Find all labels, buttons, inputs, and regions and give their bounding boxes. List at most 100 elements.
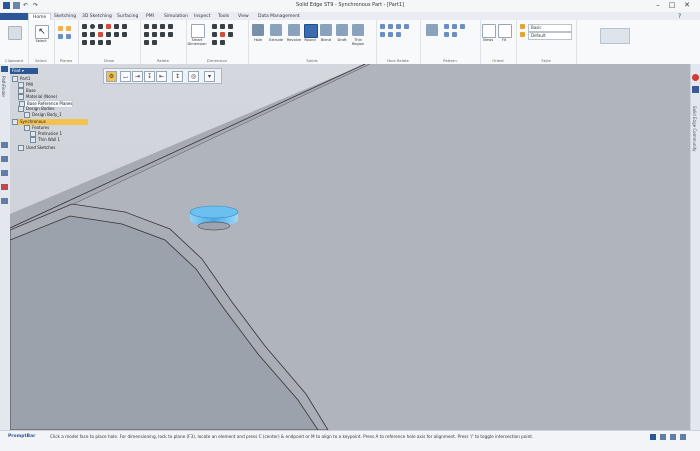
extent-finite-icon[interactable]: ↧ — [144, 71, 155, 82]
rotate-icon[interactable] — [98, 40, 103, 45]
minimize-icon[interactable]: – — [651, 1, 665, 10]
file-tab[interactable] — [0, 13, 28, 20]
parallel-icon[interactable] — [160, 24, 165, 29]
thin-region-icon[interactable] — [352, 24, 364, 36]
keypoint-icon[interactable]: ◎ — [188, 71, 199, 82]
axis-icon[interactable] — [58, 34, 63, 39]
tab-pmi[interactable]: PMI — [142, 13, 158, 20]
coplanar-icon[interactable] — [380, 24, 385, 29]
connect-icon[interactable] — [144, 24, 149, 29]
hole-type-icon[interactable]: ⌴ — [120, 71, 131, 82]
lock-icon[interactable] — [168, 32, 173, 37]
tab-3d-sketching[interactable]: 3D Sketching — [78, 13, 116, 20]
extrude-icon[interactable] — [270, 24, 282, 36]
zoom-icon[interactable] — [660, 434, 666, 440]
accept-icon[interactable]: ▾ — [204, 71, 215, 82]
tangent-icon[interactable] — [144, 32, 149, 37]
plane-icon[interactable] — [66, 26, 71, 31]
mirror-feature-icon[interactable] — [452, 24, 457, 29]
tab-tools[interactable]: Tools — [214, 13, 233, 20]
arc-icon[interactable] — [98, 24, 103, 29]
tree-item-used-sketches[interactable]: Used Sketches — [18, 145, 55, 151]
symmetric-diameter-icon[interactable] — [212, 32, 217, 37]
help-icon[interactable]: ? — [678, 13, 681, 20]
rectangle-icon[interactable] — [114, 24, 119, 29]
chain-icon[interactable] — [212, 40, 217, 45]
equal-radius-icon[interactable] — [396, 32, 401, 37]
layers-icon[interactable] — [1, 156, 8, 162]
direction-icon[interactable]: ↕ — [172, 71, 183, 82]
pathfinder-header[interactable]: Feat ▾ — [10, 68, 38, 74]
horizontal-vertical-icon[interactable] — [152, 24, 157, 29]
close-icon[interactable]: ✕ — [680, 1, 694, 10]
rectangular-pattern-icon[interactable] — [426, 24, 438, 36]
save-icon[interactable] — [13, 2, 20, 9]
equal-icon[interactable] — [152, 32, 157, 37]
fit-icon[interactable] — [498, 24, 512, 38]
alerts-icon[interactable] — [1, 184, 8, 190]
move-icon[interactable] — [90, 40, 95, 45]
tab-surfacing[interactable]: Surfacing — [113, 13, 142, 20]
coincident-plane-icon[interactable] — [58, 26, 63, 31]
expand-ribbon-icon[interactable] — [600, 28, 630, 44]
smart-dimension-icon[interactable] — [191, 24, 205, 38]
fill-pattern-icon[interactable] — [460, 24, 465, 29]
library-icon[interactable] — [1, 142, 8, 148]
draft-icon[interactable] — [336, 24, 348, 36]
revolve-icon[interactable] — [288, 24, 300, 36]
distance-icon[interactable] — [212, 24, 217, 29]
community-icon[interactable] — [692, 74, 699, 81]
tab-data-management[interactable]: Data Management — [254, 13, 304, 20]
scale-icon[interactable] — [106, 40, 111, 45]
circular-pattern-icon[interactable] — [444, 24, 449, 29]
tab-simulation[interactable]: Simulation — [160, 13, 192, 20]
line-icon[interactable] — [82, 24, 87, 29]
symmetric-icon[interactable] — [160, 32, 165, 37]
collinear-icon[interactable] — [152, 40, 157, 45]
perpendicular-face-icon[interactable] — [396, 24, 401, 29]
facebook-icon[interactable] — [692, 86, 699, 93]
tree-item-thin-wall-1[interactable]: Thin Wall 1 — [30, 137, 60, 143]
fit-view-icon[interactable] — [650, 434, 656, 440]
curve-pattern-icon[interactable] — [444, 32, 449, 37]
view-style-icon[interactable] — [520, 32, 525, 37]
pan-icon[interactable] — [670, 434, 676, 440]
hole-icon[interactable] — [252, 24, 264, 36]
parallel-face-icon[interactable] — [388, 24, 393, 29]
round-icon[interactable] — [304, 24, 318, 38]
pathfinder-tab-icon[interactable] — [1, 66, 8, 72]
tangent-face-icon[interactable] — [388, 32, 393, 37]
coordinate-icon[interactable] — [228, 24, 233, 29]
sensors-icon[interactable] — [1, 170, 8, 176]
maximize-icon[interactable]: □ — [665, 1, 679, 10]
graphics-window[interactable] — [10, 64, 690, 430]
circle-icon[interactable] — [90, 24, 95, 29]
extent-next-icon[interactable]: ⇤ — [156, 71, 167, 82]
right-dock-label[interactable]: Solid Edge Community — [692, 106, 697, 152]
hole-options-icon[interactable]: ⚙ — [106, 71, 117, 82]
properties-icon[interactable] — [1, 198, 8, 204]
tab-inspect[interactable]: Inspect — [190, 13, 214, 20]
polygon-icon[interactable] — [122, 24, 127, 29]
blend-icon[interactable] — [320, 24, 332, 36]
app-logo-icon[interactable] — [3, 2, 10, 9]
perpendicular-icon[interactable] — [168, 24, 173, 29]
annotation-icon[interactable] — [228, 32, 233, 37]
csys-icon[interactable] — [66, 34, 71, 39]
rotate-view-icon[interactable] — [680, 434, 686, 440]
mirror-icon[interactable] — [114, 32, 119, 37]
part-painter-icon[interactable] — [520, 24, 525, 29]
redo-icon[interactable]: ↷ — [33, 2, 40, 9]
symmetric-face-icon[interactable] — [380, 32, 385, 37]
paste-icon[interactable] — [8, 26, 22, 40]
chamfer-icon[interactable] — [82, 40, 87, 45]
pmi-icon[interactable] — [220, 32, 225, 37]
coaxial-icon[interactable] — [404, 24, 409, 29]
fillet-icon[interactable] — [122, 32, 127, 37]
trim-icon[interactable] — [106, 24, 111, 29]
extent-through-icon[interactable]: ⇥ — [132, 71, 143, 82]
left-dock-label[interactable]: PathFinder — [1, 76, 6, 97]
style-dropdown[interactable]: Default — [528, 32, 572, 40]
copy-icon[interactable] — [452, 32, 457, 37]
views-icon[interactable] — [482, 24, 496, 38]
